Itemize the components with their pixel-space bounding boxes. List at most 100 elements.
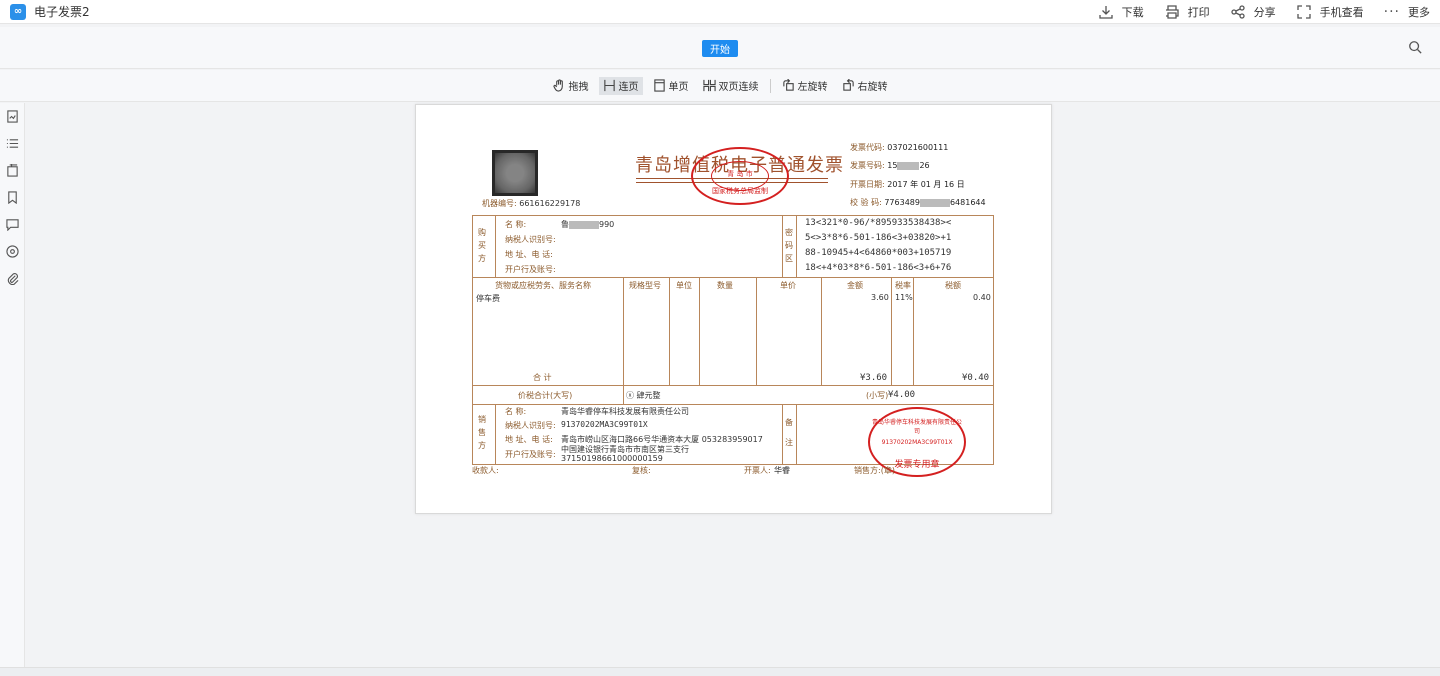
sidebar-bookmark-button[interactable] xyxy=(0,184,25,211)
sum-small-label: (小写) xyxy=(866,391,889,400)
rotate-left-tool[interactable]: 左旋转 xyxy=(778,77,832,95)
sidebar-layers-button[interactable] xyxy=(0,157,25,184)
left-sidebar xyxy=(0,103,25,667)
printer-icon xyxy=(1165,5,1179,19)
status-bar xyxy=(0,667,1440,676)
print-button[interactable]: 打印 xyxy=(1164,4,1210,20)
buyer-tax-label: 纳税人识别号: xyxy=(505,235,556,244)
double-page-icon xyxy=(702,79,716,92)
hand-icon xyxy=(552,79,563,92)
seller-tax-label: 纳税人识别号: xyxy=(505,421,556,430)
mobile-view-label: 手机查看 xyxy=(1319,6,1364,19)
cipher-side-label: 密码区 xyxy=(785,228,793,263)
search-button[interactable] xyxy=(1408,40,1424,56)
outline-icon xyxy=(6,139,19,148)
items-row: 货物或应税劳务、服务名称 规格型号 单位 数量 单价 金额 税率 税额 停车费 … xyxy=(473,278,993,386)
item-amount: 3.60 xyxy=(871,293,889,302)
rotate-right-tool[interactable]: 右旋转 xyxy=(838,77,892,95)
more-label: 更多 xyxy=(1408,6,1430,19)
attachment-icon xyxy=(7,273,19,285)
remark-side-label: 备注 xyxy=(785,418,793,447)
top-actions: 下载 打印 分享 手机查看 ··· 更多 xyxy=(1078,0,1430,24)
invoice-number: 发票号码: 15 26 xyxy=(850,161,930,170)
fullscreen-icon xyxy=(1296,5,1311,19)
seal-bottom-text: 国家税务总局监制 xyxy=(712,187,768,195)
cipher-line-4: 18<+4*03*8*6-501-186<3+6+76 xyxy=(805,263,952,273)
drawer-name: 华睿 xyxy=(774,466,790,475)
col-unit: 单位 xyxy=(676,281,692,290)
toolbar-divider xyxy=(769,78,771,93)
col-tax-rate: 税率 xyxy=(895,281,911,290)
reviewer-label: 复核: xyxy=(632,466,651,475)
thumbnail-icon xyxy=(7,110,18,123)
col-unit-price: 单价 xyxy=(780,281,796,290)
buyer-row: 购买方 名 称: 鲁 990 纳税人识别号: 地 址、电 话: 开户行及账号: 密… xyxy=(473,216,993,278)
drawer-label: 开票人: xyxy=(744,466,771,475)
rotate-left-label: 左旋转 xyxy=(797,82,828,93)
bookmark-icon xyxy=(8,191,17,204)
col-spec: 规格型号 xyxy=(629,281,661,290)
document-title: 电子发票2 xyxy=(34,5,90,19)
payee-label: 收款人: xyxy=(472,466,499,475)
qr-code xyxy=(492,150,538,196)
col-tax: 税额 xyxy=(945,281,961,290)
rotate-right-icon xyxy=(842,79,854,91)
layers-icon xyxy=(7,164,18,177)
seller-side-label: 销售方 xyxy=(478,415,486,450)
continuous-page-tool[interactable]: 连页 xyxy=(598,76,643,95)
view-toolbar: 拖拽 连页 单页 双页连续 左旋转 右旋转 xyxy=(0,70,1440,102)
invoice-page: 机器编号: 661616229178 青岛增值税电子普通发票 青 岛 市 国家税… xyxy=(415,104,1052,514)
invoice-date: 开票日期: 2017 年 01 月 16 日 xyxy=(850,180,965,189)
sum-row: 价税合计(大写) ⓧ 肆元整 (小写) ¥4.00 xyxy=(473,386,993,405)
seller-name-label: 名 称: xyxy=(505,407,527,416)
signature-icon xyxy=(6,245,19,258)
search-icon xyxy=(1409,41,1422,54)
cipher-line-3: 88-10945+4<64860*003+105719 xyxy=(805,248,952,258)
col-item-name: 货物或应税劳务、服务名称 xyxy=(495,281,591,290)
seller-sign-label: 销售方:(章) xyxy=(854,466,895,475)
drag-tool[interactable]: 拖拽 xyxy=(549,77,593,95)
total-tax: ¥0.40 xyxy=(962,373,990,383)
machine-number: 机器编号: 661616229178 xyxy=(482,199,581,208)
download-label: 下载 xyxy=(1121,6,1144,19)
item-name: 停车费 xyxy=(476,294,500,303)
seller-bank: 中国建设银行青岛市市南区第三支行 37150198661000000159 xyxy=(561,445,689,463)
drag-tool-label: 拖拽 xyxy=(568,82,589,93)
single-page-icon xyxy=(653,79,665,92)
seller-bank-label: 开户行及账号: xyxy=(505,450,556,459)
check-code: 校 验 码: 7763489 6481644 xyxy=(850,198,986,207)
seller-name: 青岛华睿停车科技发展有限责任公司 xyxy=(561,407,689,416)
seal-company-name: 青岛华睿停车科技发展有限责任公司 xyxy=(871,419,962,435)
single-page-tool[interactable]: 单页 xyxy=(649,77,693,95)
share-button[interactable]: 分享 xyxy=(1230,4,1276,20)
sidebar-outline-button[interactable] xyxy=(0,130,25,157)
single-page-label: 单页 xyxy=(668,82,689,93)
seller-address: 青岛市崂山区海口路66号华通资本大厦 053283959017 xyxy=(561,435,763,444)
share-label: 分享 xyxy=(1253,6,1276,19)
ribbon-tab-bar: 开始 xyxy=(0,27,1440,69)
total-amount: ¥3.60 xyxy=(860,373,888,383)
download-icon xyxy=(1098,6,1113,19)
sidebar-signature-button[interactable] xyxy=(0,238,25,265)
continuous-page-label: 连页 xyxy=(618,82,639,93)
mobile-view-button[interactable]: 手机查看 xyxy=(1296,4,1364,20)
col-quantity: 数量 xyxy=(717,281,733,290)
more-button[interactable]: ··· 更多 xyxy=(1384,4,1430,20)
continuous-icon xyxy=(603,79,615,92)
comment-icon xyxy=(6,219,19,231)
double-page-label: 双页连续 xyxy=(718,82,759,93)
sidebar-attachment-button[interactable] xyxy=(0,265,25,292)
sum-upper: ⓧ 肆元整 xyxy=(626,391,661,400)
buyer-name-label: 名 称: xyxy=(505,220,527,229)
buyer-side-label: 购买方 xyxy=(478,228,486,263)
tab-start[interactable]: 开始 xyxy=(702,40,738,57)
item-tax: 0.40 xyxy=(973,293,991,302)
rotate-left-icon xyxy=(782,79,794,91)
double-page-tool[interactable]: 双页连续 xyxy=(699,77,763,95)
seal-center-text: 青 岛 市 xyxy=(727,170,753,178)
sidebar-thumbnail-button[interactable] xyxy=(0,103,25,130)
download-button[interactable]: 下载 xyxy=(1098,4,1144,20)
sidebar-comment-button[interactable] xyxy=(0,211,25,238)
sum-small: ¥4.00 xyxy=(888,390,916,400)
cipher-line-1: 13<321*0-96/*895933538438>< xyxy=(805,218,952,228)
